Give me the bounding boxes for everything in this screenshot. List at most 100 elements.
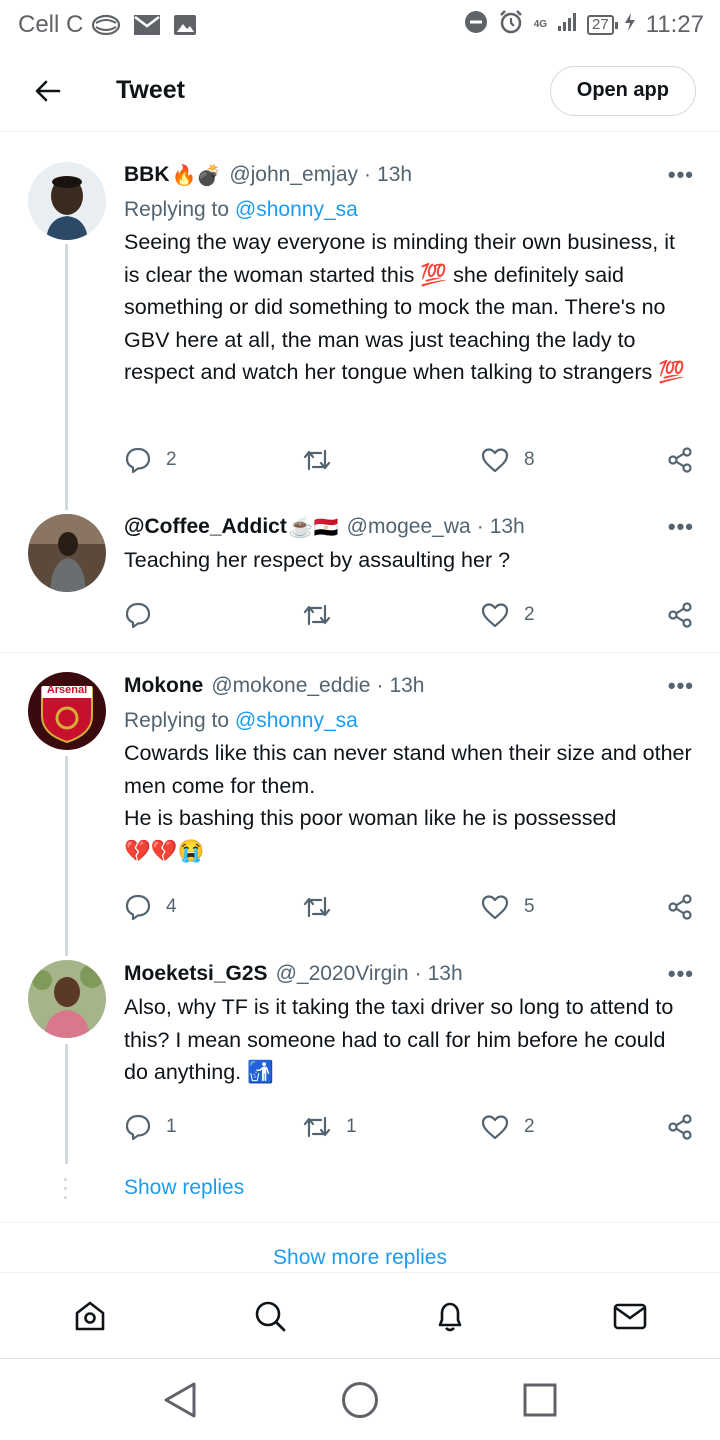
separator-dot: · [376, 674, 384, 697]
share-icon [668, 602, 692, 628]
avatar[interactable] [28, 162, 106, 240]
tweet-text: Seeing the way everyone is minding their… [124, 230, 686, 384]
like-count: 2 [524, 604, 535, 625]
timestamp[interactable]: 13h [377, 163, 412, 187]
separator-dot: · [414, 962, 422, 985]
replying-prefix: Replying to [124, 709, 230, 732]
retweet-button[interactable] [302, 447, 346, 473]
thread-line [65, 1044, 68, 1164]
show-more-replies-link[interactable]: Show more replies [0, 1246, 720, 1270]
back-button[interactable] [24, 67, 72, 115]
reply-button[interactable]: 2 [124, 446, 177, 474]
share-button[interactable] [666, 601, 694, 629]
replying-to: Replying to @shonny_sa [124, 709, 694, 733]
battery-level: 27 [587, 15, 618, 35]
like-button[interactable]: 5 [480, 893, 535, 921]
more-options-icon[interactable]: ••• [668, 162, 694, 188]
reply-icon [125, 602, 151, 629]
share-icon [668, 1114, 692, 1140]
gallery-icon [173, 14, 197, 36]
system-back-icon[interactable] [150, 1370, 210, 1430]
system-recents-icon[interactable] [510, 1370, 570, 1430]
tweet-text: Also, why TF is it taking the taxi drive… [124, 995, 680, 1084]
like-button[interactable]: 8 [480, 446, 535, 474]
tweet-actions: 1 1 2 [124, 1109, 694, 1145]
tweet-actions: 2 8 [124, 442, 694, 478]
open-app-button[interactable]: Open app [549, 65, 696, 116]
reply-button[interactable]: 4 [124, 893, 177, 921]
retweet-icon [303, 604, 331, 626]
signal-icon [557, 11, 577, 39]
divider [0, 1222, 720, 1223]
share-icon [668, 894, 692, 920]
like-count: 2 [524, 1116, 535, 1137]
display-name[interactable]: @Coffee_Addict [124, 515, 287, 539]
heart-icon [481, 603, 509, 628]
mail-icon [133, 14, 161, 36]
timestamp[interactable]: 13h [389, 674, 424, 698]
notifications-icon[interactable] [420, 1286, 480, 1346]
avatar[interactable]: Arsenal [28, 672, 106, 750]
page-title: Tweet [116, 76, 185, 104]
separator-dot: · [476, 515, 484, 538]
home-icon[interactable] [60, 1286, 120, 1346]
mention-link[interactable]: @shonny_sa [235, 198, 358, 221]
heart-icon [481, 448, 509, 473]
display-name[interactable]: Moeketsi_G2S [124, 962, 268, 986]
user-handle[interactable]: @mogee_wa [347, 515, 471, 539]
mention-link[interactable]: @shonny_sa [235, 709, 358, 732]
tweet[interactable]: Moeketsi_G2S @_2020Virgin · 13h ••• Also… [124, 959, 694, 1089]
show-replies-link[interactable]: Show replies [124, 1176, 244, 1200]
more-options-icon[interactable]: ••• [668, 961, 694, 987]
alarm-icon [498, 9, 524, 42]
name-emoji: ☕🇪🇬 [288, 516, 339, 539]
display-name[interactable]: BBK [124, 163, 170, 187]
retweet-button[interactable]: 1 [302, 1114, 357, 1140]
name-emoji: 🔥💣 [171, 164, 222, 187]
status-right: 4G 27 11:27 [464, 9, 704, 42]
back-arrow-icon [35, 80, 61, 101]
system-navigation-bar [0, 1358, 720, 1440]
like-button[interactable]: 2 [480, 1113, 535, 1141]
separator-dot: · [364, 163, 372, 186]
user-handle[interactable]: @mokone_eddie [211, 674, 370, 698]
like-count: 5 [524, 896, 535, 917]
retweet-count: 1 [346, 1116, 357, 1137]
display-name[interactable]: Mokone [124, 674, 203, 698]
tweet-text: Teaching her respect by assaulting her ? [124, 548, 511, 572]
user-handle[interactable]: @_2020Virgin [276, 962, 409, 986]
share-button[interactable] [666, 1113, 694, 1141]
tweet[interactable]: Mokone @mokone_eddie · 13h ••• Replying … [124, 671, 694, 867]
tweet[interactable]: @Coffee_Addict ☕🇪🇬 @mogee_wa · 13h ••• T… [124, 512, 694, 577]
reply-count: 2 [166, 449, 177, 470]
user-handle[interactable]: @john_emjay [229, 163, 358, 187]
retweet-icon [303, 1116, 331, 1138]
tweet-header: BBK 🔥💣 @john_emjay · 13h ••• [124, 160, 694, 190]
messages-icon[interactable] [600, 1286, 660, 1346]
reply-button[interactable] [124, 601, 166, 629]
like-count: 8 [524, 449, 535, 470]
timestamp[interactable]: 13h [490, 515, 525, 539]
system-home-icon[interactable] [330, 1370, 390, 1430]
heart-icon [481, 1115, 509, 1140]
status-bar: Cell C 4G 27 11:27 [0, 0, 720, 50]
tweet[interactable]: BBK 🔥💣 @john_emjay · 13h ••• Replying to… [124, 160, 694, 389]
share-button[interactable] [666, 893, 694, 921]
retweet-button[interactable] [302, 602, 346, 628]
more-options-icon[interactable]: ••• [668, 514, 694, 540]
dnd-icon [464, 10, 488, 41]
carrier-name: Cell C [18, 11, 84, 38]
reply-icon [125, 447, 151, 474]
avatar[interactable] [28, 514, 106, 592]
tweet-header: Moeketsi_G2S @_2020Virgin · 13h ••• [124, 959, 694, 989]
timestamp[interactable]: 13h [428, 962, 463, 986]
retweet-button[interactable] [302, 894, 346, 920]
more-options-icon[interactable]: ••• [668, 673, 694, 699]
reply-count: 1 [166, 1116, 177, 1137]
search-icon[interactable] [240, 1286, 300, 1346]
avatar[interactable] [28, 960, 106, 1038]
share-button[interactable] [666, 446, 694, 474]
charging-icon [624, 11, 636, 39]
reply-button[interactable]: 1 [124, 1113, 177, 1141]
like-button[interactable]: 2 [480, 601, 535, 629]
